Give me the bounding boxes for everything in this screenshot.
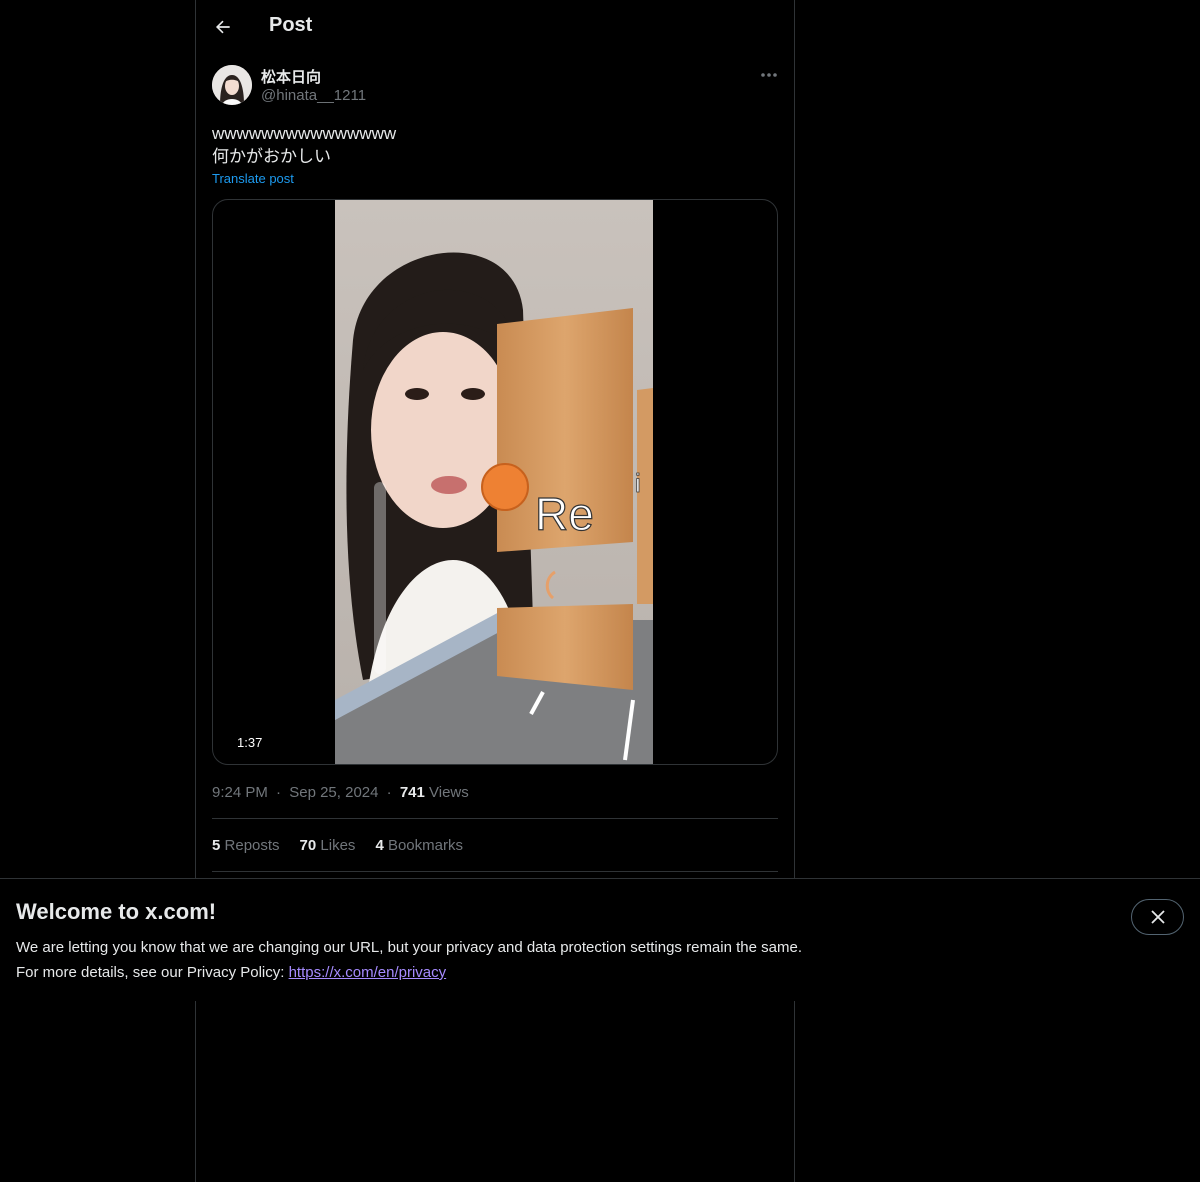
video-overlay-text: Re	[535, 488, 594, 540]
likes-stat[interactable]: 70 Likes	[300, 837, 356, 854]
reposts-stat[interactable]: 5 Reposts	[212, 837, 280, 854]
privacy-policy-link[interactable]: https://x.com/en/privacy	[289, 964, 447, 981]
views-label: Views	[429, 784, 469, 801]
likes-count: 70	[299, 837, 317, 854]
reposts-label: Reposts	[224, 837, 280, 854]
back-button[interactable]	[208, 12, 238, 42]
bookmarks-label: Bookmarks	[387, 837, 463, 854]
divider	[212, 818, 778, 819]
close-icon	[1150, 910, 1165, 924]
page-title: Post	[269, 14, 313, 36]
translate-post-link[interactable]: Translate post	[212, 171, 294, 186]
video-duration: 1:37	[233, 734, 267, 751]
banner-title: Welcome to x.com!	[16, 899, 217, 924]
close-banner-button[interactable]	[1131, 899, 1184, 935]
meta-separator: ·	[276, 784, 282, 801]
author-name[interactable]: 松本日向	[261, 66, 321, 87]
avatar[interactable]	[212, 65, 252, 105]
views-count: 741	[399, 784, 425, 801]
post-meta: 9:24 PM · Sep 25, 2024 · 741 Views	[212, 784, 469, 801]
banner-line-2-prefix: For more details, see our Privacy Policy…	[16, 964, 289, 981]
author-handle[interactable]: @hinata__1211	[261, 87, 366, 104]
video-frame: Re i	[335, 200, 653, 764]
arrow-left-icon	[215, 20, 230, 34]
more-button[interactable]	[756, 64, 782, 86]
post-stats: 5 Reposts 70 Likes 4 Bookmarks	[212, 837, 463, 854]
bookmarks-count: 4	[375, 837, 384, 854]
reposts-count: 5	[212, 837, 221, 854]
post-date[interactable]: Sep 25, 2024	[289, 784, 378, 801]
video-overlay-letter: i	[635, 468, 641, 498]
welcome-banner: Welcome to x.com! We are letting you kno…	[0, 878, 1200, 1001]
bookmarks-stat[interactable]: 4 Bookmarks	[375, 837, 463, 854]
avatar-image	[212, 65, 252, 105]
meta-separator: ·	[386, 784, 392, 801]
divider	[212, 871, 778, 872]
primary-column: Post 松本日向 @hinata__1211 wwwwwwwwwwwwwww …	[195, 0, 795, 1182]
more-horizontal-icon	[761, 73, 777, 77]
video-player[interactable]: Re i 1:37	[212, 199, 778, 765]
banner-line-2: For more details, see our Privacy Policy…	[16, 960, 802, 985]
video-scrub-handle[interactable]	[374, 482, 386, 674]
banner-line-1: We are letting you know that we are chan…	[16, 939, 802, 956]
likes-label: Likes	[320, 837, 356, 854]
banner-body: We are letting you know that we are chan…	[16, 935, 802, 985]
post-time[interactable]: 9:24 PM	[212, 784, 268, 801]
post-text: wwwwwwwwwwwwwww 何かがおかしい	[212, 124, 397, 166]
page-header: Post	[196, 0, 794, 53]
